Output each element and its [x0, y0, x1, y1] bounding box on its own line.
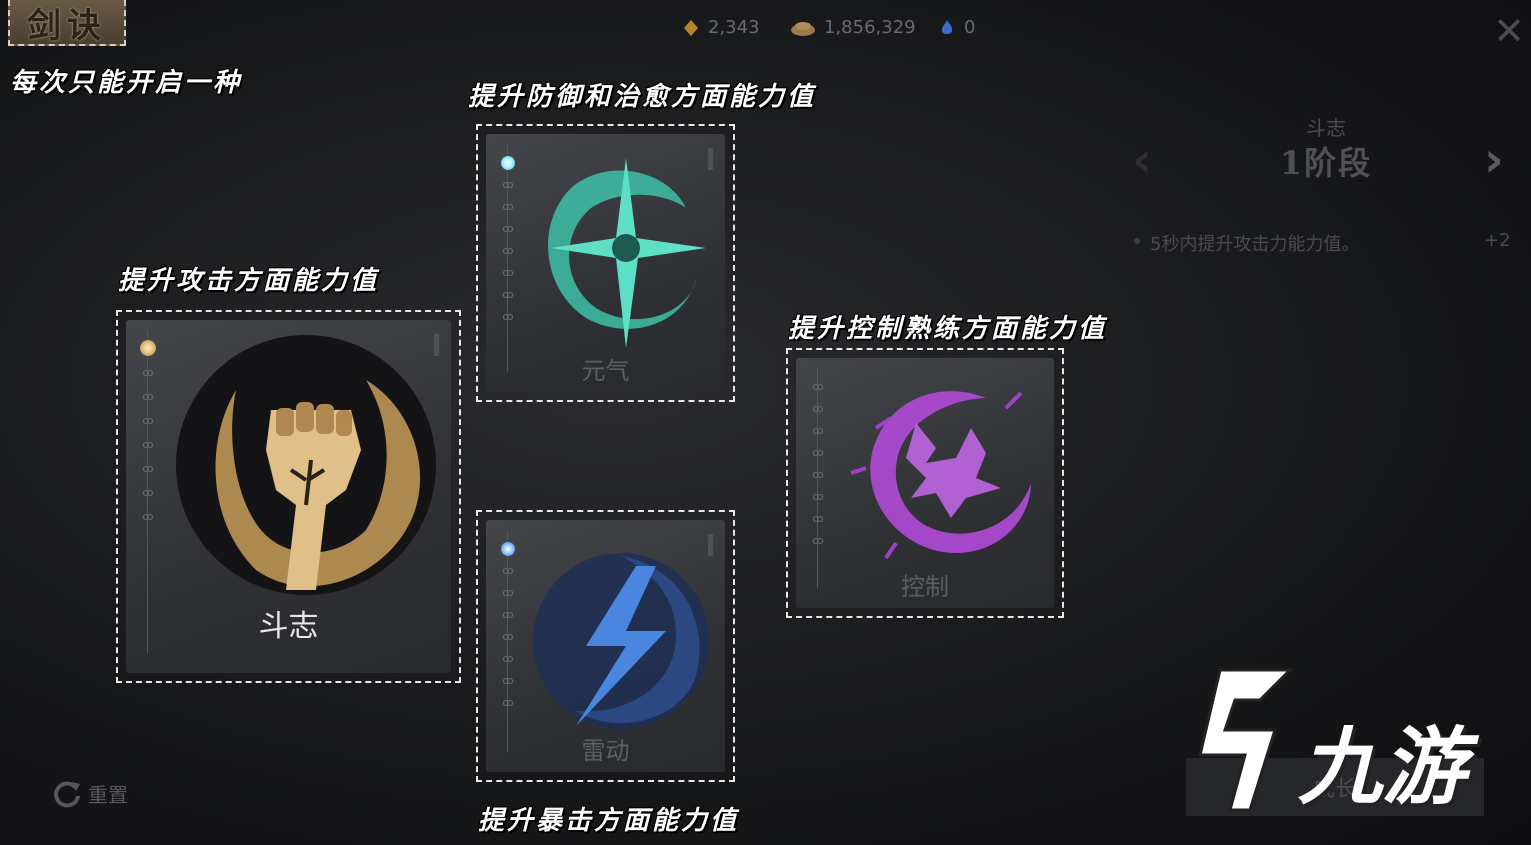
skill-card-kongzhi[interactable]: ꝏꝏꝏꝏꝏꝏꝏꝏ 控制	[786, 348, 1064, 618]
watermark-text: 九游	[1298, 718, 1467, 816]
skill-label-kongzhi: 控制	[901, 573, 949, 601]
panel-stage: 1阶段	[1279, 144, 1373, 182]
reset-label: 重置	[88, 782, 128, 807]
currency-coins-value: 1,856,329	[824, 17, 916, 38]
active-dot	[140, 340, 156, 356]
sword-art-tab[interactable]: 剑诀	[8, 0, 126, 46]
currency-gold: 2,343	[682, 17, 760, 38]
close-icon[interactable]: ✕	[1492, 12, 1526, 50]
active-dot	[501, 156, 515, 170]
rune-column: ꝏꝏꝏꝏꝏꝏꝏ	[498, 156, 518, 324]
rune-column: ꝏꝏꝏꝏꝏꝏꝏꝏ	[812, 380, 824, 547]
annotation-control: 提升控制熟练方面能力值	[788, 314, 1108, 344]
coin-pouch-icon	[791, 21, 815, 36]
reset-button[interactable]: 重置	[52, 778, 128, 808]
effect-bullet	[1134, 238, 1140, 244]
active-dot	[501, 542, 515, 556]
prev-stage-arrow-icon[interactable]: ‹	[1132, 132, 1152, 188]
control-emblem-icon	[850, 391, 1031, 560]
currency-spirit: 0	[938, 17, 975, 38]
annotation-only-one: 每次只能开启一种	[10, 68, 243, 98]
currency-spirit-value: 0	[964, 17, 976, 38]
rune-column: ꝏꝏꝏꝏꝏꝏꝏ	[498, 542, 518, 710]
annotation-crit: 提升暴击方面能力值	[478, 806, 740, 836]
annotation-attack: 提升攻击方面能力值	[118, 266, 380, 296]
rune-column: ꝏꝏꝏꝏꝏꝏꝏ	[138, 340, 158, 524]
skill-label-yuanqi: 元气	[581, 357, 630, 385]
effect-value: +2	[1484, 230, 1511, 251]
skill-card-leidong[interactable]: ꝏꝏꝏꝏꝏꝏꝏ 雷动	[476, 510, 735, 782]
blue-flame-icon	[941, 19, 953, 34]
effect-text: 5秒内提升攻击力能力值。	[1150, 234, 1360, 255]
fist-emblem-icon	[176, 335, 436, 595]
skill-card-douzhi[interactable]: ꝏꝏꝏꝏꝏꝏꝏ 斗志	[116, 310, 461, 683]
spirit-emblem-icon	[548, 158, 706, 348]
annotation-defense: 提升防御和治愈方面能力值	[468, 82, 817, 112]
refresh-icon	[54, 781, 80, 808]
thunder-emblem-icon	[533, 553, 709, 729]
next-stage-arrow-icon[interactable]: ›	[1484, 132, 1504, 188]
skill-label-douzhi: 斗志	[258, 609, 319, 644]
gold-crystal-icon	[684, 19, 698, 36]
currency-gold-value: 2,343	[708, 17, 760, 38]
skill-card-yuanqi[interactable]: ꝏꝏꝏꝏꝏꝏꝏ 元气	[476, 124, 735, 402]
panel-skill-name: 斗志	[1306, 116, 1346, 140]
currency-coins: 1,856,329	[790, 17, 916, 38]
skill-label-leidong: 雷动	[581, 737, 630, 765]
